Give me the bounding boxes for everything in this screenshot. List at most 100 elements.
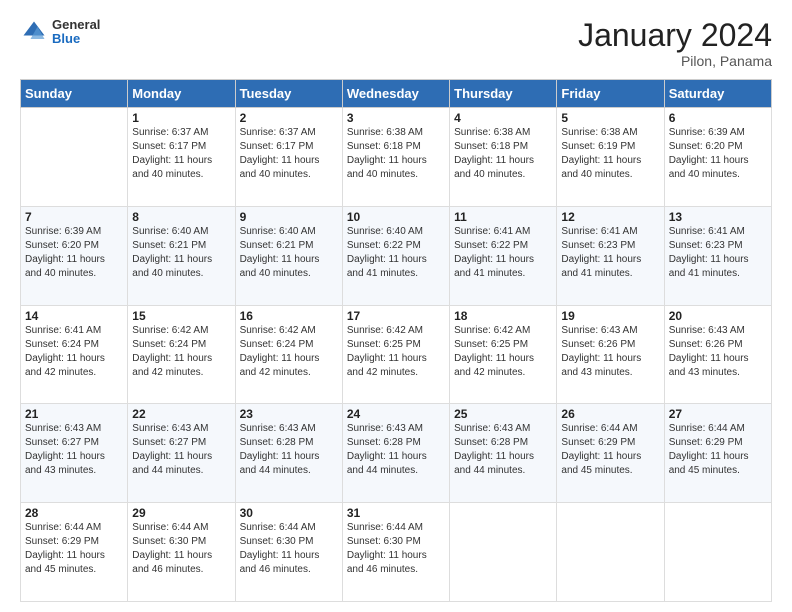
calendar-cell: 6Sunrise: 6:39 AMSunset: 6:20 PMDaylight… [664, 108, 771, 207]
calendar-cell: 9Sunrise: 6:40 AMSunset: 6:21 PMDaylight… [235, 206, 342, 305]
day-number: 12 [561, 210, 659, 224]
day-number: 2 [240, 111, 338, 125]
day-number: 10 [347, 210, 445, 224]
day-number: 25 [454, 407, 552, 421]
day-info: Sunrise: 6:42 AMSunset: 6:24 PMDaylight:… [240, 324, 338, 380]
day-info: Sunrise: 6:40 AMSunset: 6:22 PMDaylight:… [347, 225, 445, 281]
calendar-cell: 8Sunrise: 6:40 AMSunset: 6:21 PMDaylight… [128, 206, 235, 305]
day-info: Sunrise: 6:39 AMSunset: 6:20 PMDaylight:… [25, 225, 123, 281]
calendar-cell: 1Sunrise: 6:37 AMSunset: 6:17 PMDaylight… [128, 108, 235, 207]
day-number: 9 [240, 210, 338, 224]
calendar-cell: 17Sunrise: 6:42 AMSunset: 6:25 PMDayligh… [342, 305, 449, 404]
calendar-cell [664, 503, 771, 602]
day-number: 18 [454, 309, 552, 323]
logo-general-text: General [52, 18, 100, 32]
logo-text: General Blue [52, 18, 100, 47]
calendar-cell: 25Sunrise: 6:43 AMSunset: 6:28 PMDayligh… [450, 404, 557, 503]
week-row-1: 1Sunrise: 6:37 AMSunset: 6:17 PMDaylight… [21, 108, 772, 207]
logo-icon [20, 18, 48, 46]
day-info: Sunrise: 6:43 AMSunset: 6:28 PMDaylight:… [454, 422, 552, 478]
day-number: 1 [132, 111, 230, 125]
day-number: 3 [347, 111, 445, 125]
day-info: Sunrise: 6:42 AMSunset: 6:25 PMDaylight:… [454, 324, 552, 380]
calendar-table: SundayMondayTuesdayWednesdayThursdayFrid… [20, 79, 772, 602]
weekday-header-thursday: Thursday [450, 80, 557, 108]
day-info: Sunrise: 6:44 AMSunset: 6:29 PMDaylight:… [669, 422, 767, 478]
calendar-cell: 5Sunrise: 6:38 AMSunset: 6:19 PMDaylight… [557, 108, 664, 207]
day-number: 6 [669, 111, 767, 125]
calendar-cell: 4Sunrise: 6:38 AMSunset: 6:18 PMDaylight… [450, 108, 557, 207]
day-info: Sunrise: 6:41 AMSunset: 6:24 PMDaylight:… [25, 324, 123, 380]
day-info: Sunrise: 6:43 AMSunset: 6:27 PMDaylight:… [132, 422, 230, 478]
calendar-cell [21, 108, 128, 207]
day-number: 8 [132, 210, 230, 224]
day-number: 29 [132, 506, 230, 520]
day-number: 26 [561, 407, 659, 421]
calendar-cell: 15Sunrise: 6:42 AMSunset: 6:24 PMDayligh… [128, 305, 235, 404]
calendar-cell: 12Sunrise: 6:41 AMSunset: 6:23 PMDayligh… [557, 206, 664, 305]
calendar-cell: 30Sunrise: 6:44 AMSunset: 6:30 PMDayligh… [235, 503, 342, 602]
calendar-cell: 2Sunrise: 6:37 AMSunset: 6:17 PMDaylight… [235, 108, 342, 207]
calendar-cell: 10Sunrise: 6:40 AMSunset: 6:22 PMDayligh… [342, 206, 449, 305]
day-info: Sunrise: 6:44 AMSunset: 6:29 PMDaylight:… [561, 422, 659, 478]
day-number: 7 [25, 210, 123, 224]
day-number: 11 [454, 210, 552, 224]
week-row-2: 7Sunrise: 6:39 AMSunset: 6:20 PMDaylight… [21, 206, 772, 305]
calendar-cell: 20Sunrise: 6:43 AMSunset: 6:26 PMDayligh… [664, 305, 771, 404]
day-number: 5 [561, 111, 659, 125]
weekday-row: SundayMondayTuesdayWednesdayThursdayFrid… [21, 80, 772, 108]
main-title: January 2024 [578, 18, 772, 53]
title-block: January 2024 Pilon, Panama [578, 18, 772, 69]
day-info: Sunrise: 6:37 AMSunset: 6:17 PMDaylight:… [132, 126, 230, 182]
day-info: Sunrise: 6:37 AMSunset: 6:17 PMDaylight:… [240, 126, 338, 182]
weekday-header-tuesday: Tuesday [235, 80, 342, 108]
logo: General Blue [20, 18, 100, 47]
day-info: Sunrise: 6:43 AMSunset: 6:26 PMDaylight:… [669, 324, 767, 380]
day-info: Sunrise: 6:44 AMSunset: 6:29 PMDaylight:… [25, 521, 123, 577]
day-number: 15 [132, 309, 230, 323]
calendar-cell: 24Sunrise: 6:43 AMSunset: 6:28 PMDayligh… [342, 404, 449, 503]
day-info: Sunrise: 6:41 AMSunset: 6:23 PMDaylight:… [561, 225, 659, 281]
day-number: 23 [240, 407, 338, 421]
day-number: 14 [25, 309, 123, 323]
calendar-cell [557, 503, 664, 602]
week-row-4: 21 Sunrise: 6:43 AMSunset: 6:27 PMDayligh… [21, 404, 772, 503]
calendar-cell: 22Sunrise: 6:43 AMSunset: 6:27 PMDayligh… [128, 404, 235, 503]
day-info: Sunrise: 6:40 AMSunset: 6:21 PMDaylight:… [132, 225, 230, 281]
calendar: SundayMondayTuesdayWednesdayThursdayFrid… [20, 79, 772, 602]
day-number: 17 [347, 309, 445, 323]
day-number: 27 [669, 407, 767, 421]
calendar-cell: 13Sunrise: 6:41 AMSunset: 6:23 PMDayligh… [664, 206, 771, 305]
calendar-cell: 19Sunrise: 6:43 AMSunset: 6:26 PMDayligh… [557, 305, 664, 404]
day-info: Sunrise: 6:41 AMSunset: 6:22 PMDaylight:… [454, 225, 552, 281]
day-info: Sunrise: 6:44 AMSunset: 6:30 PMDaylight:… [132, 521, 230, 577]
day-number: 31 [347, 506, 445, 520]
day-number: 13 [669, 210, 767, 224]
calendar-header: SundayMondayTuesdayWednesdayThursdayFrid… [21, 80, 772, 108]
calendar-cell: 16Sunrise: 6:42 AMSunset: 6:24 PMDayligh… [235, 305, 342, 404]
weekday-header-saturday: Saturday [664, 80, 771, 108]
calendar-cell: 28Sunrise: 6:44 AMSunset: 6:29 PMDayligh… [21, 503, 128, 602]
weekday-header-sunday: Sunday [21, 80, 128, 108]
day-info: Sunrise: 6:44 AMSunset: 6:30 PMDaylight:… [347, 521, 445, 577]
day-number: 30 [240, 506, 338, 520]
day-number: 21 [25, 407, 123, 421]
subtitle: Pilon, Panama [578, 53, 772, 69]
day-number: 28 [25, 506, 123, 520]
day-info: Sunrise: 6:42 AMSunset: 6:24 PMDaylight:… [132, 324, 230, 380]
weekday-header-monday: Monday [128, 80, 235, 108]
calendar-cell: 7Sunrise: 6:39 AMSunset: 6:20 PMDaylight… [21, 206, 128, 305]
day-info: Sunrise: 6:42 AMSunset: 6:25 PMDaylight:… [347, 324, 445, 380]
calendar-cell: 23Sunrise: 6:43 AMSunset: 6:28 PMDayligh… [235, 404, 342, 503]
calendar-body: 1Sunrise: 6:37 AMSunset: 6:17 PMDaylight… [21, 108, 772, 602]
week-row-5: 28Sunrise: 6:44 AMSunset: 6:29 PMDayligh… [21, 503, 772, 602]
day-number: 24 [347, 407, 445, 421]
day-info: Sunrise: 6:43 AMSunset: 6:28 PMDaylight:… [347, 422, 445, 478]
weekday-header-friday: Friday [557, 80, 664, 108]
page: General Blue January 2024 Pilon, Panama … [0, 0, 792, 612]
day-number: 4 [454, 111, 552, 125]
day-info: Sunrise: 6:43 AMSunset: 6:28 PMDaylight:… [240, 422, 338, 478]
calendar-cell: 31Sunrise: 6:44 AMSunset: 6:30 PMDayligh… [342, 503, 449, 602]
calendar-cell [450, 503, 557, 602]
week-row-3: 14Sunrise: 6:41 AMSunset: 6:24 PMDayligh… [21, 305, 772, 404]
